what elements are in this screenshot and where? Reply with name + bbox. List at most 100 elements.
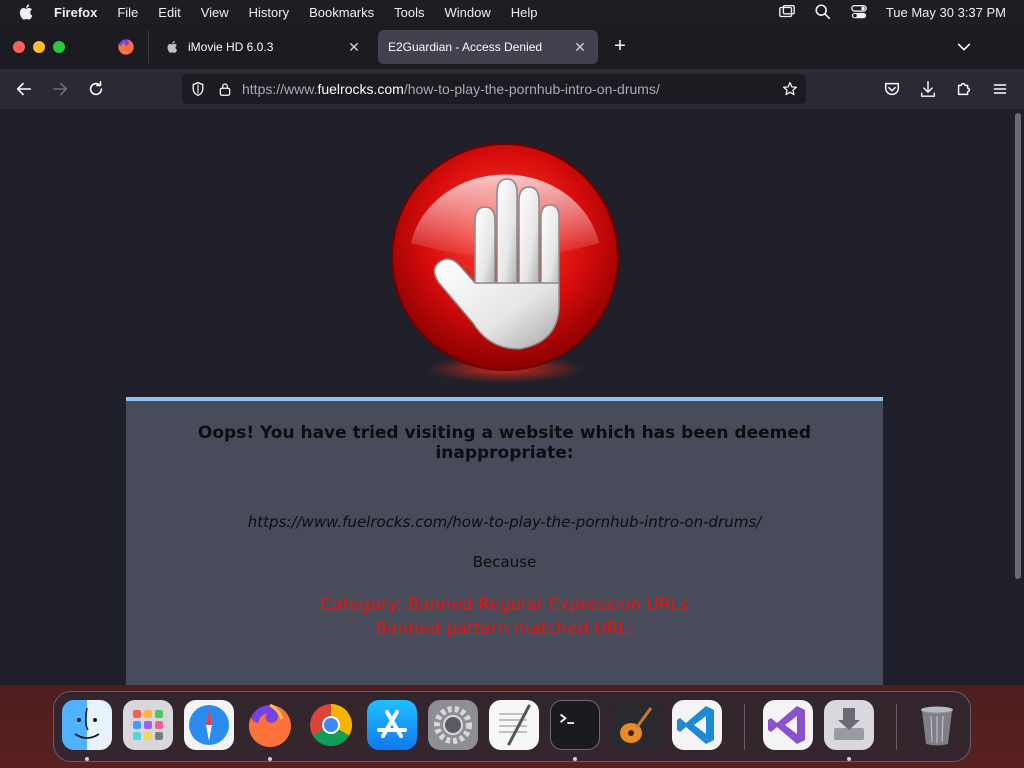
vscode-icon [677, 706, 714, 744]
blocked-url: https://www.fuelrocks.com/how-to-play-th… [247, 513, 762, 531]
lock-icon[interactable] [218, 81, 232, 97]
menu-history[interactable]: History [249, 5, 289, 20]
running-indicator [573, 757, 577, 761]
new-tab-button[interactable]: + [610, 36, 630, 57]
hamburger-menu-icon [993, 84, 1007, 94]
close-tab-icon[interactable]: ✕ [346, 39, 362, 55]
dock-safari[interactable] [184, 700, 234, 750]
scrollbar-thumb[interactable] [1015, 113, 1021, 579]
dock-terminal[interactable] [550, 700, 600, 750]
app-store-icon [377, 710, 407, 738]
menu-bar: Firefox File Edit View History Bookmarks… [0, 0, 1024, 24]
dock-finder[interactable] [62, 700, 112, 750]
trash-icon [921, 706, 953, 746]
block-category: Category: Banned Regular Expression URLs [320, 595, 689, 615]
url-text[interactable]: https://www.fuelrocks.com/how-to-play-th… [242, 81, 660, 97]
reload-icon [89, 80, 103, 96]
tab-imovie[interactable]: iMovie HD 6.0.3 ✕ [156, 30, 372, 64]
visual-studio-icon [768, 706, 805, 744]
dock-trash[interactable] [912, 700, 962, 750]
bookmark-star-icon[interactable] [782, 81, 798, 97]
url-prefix: https://www. [242, 81, 318, 97]
url-domain: fuelrocks.com [317, 81, 404, 97]
page-content: Oops! You have tried visiting a website … [0, 109, 1012, 685]
zoom-window-button[interactable] [53, 40, 65, 53]
forward-button[interactable] [50, 79, 70, 99]
chevron-down-icon[interactable] [954, 38, 974, 56]
pocket-icon [884, 82, 900, 96]
because-label: Because [472, 553, 537, 571]
extensions-button[interactable] [954, 79, 974, 99]
running-indicator [268, 757, 272, 761]
menu-file[interactable]: File [117, 5, 138, 20]
tab-label: E2Guardian - Access Denied [388, 40, 543, 54]
running-indicator [847, 757, 851, 761]
dock [53, 691, 971, 762]
dock-garageband[interactable] [611, 700, 661, 750]
guitar-icon [620, 707, 653, 743]
menu-help[interactable]: Help [511, 5, 538, 20]
menu-window[interactable]: Window [445, 5, 491, 20]
safari-icon [189, 705, 229, 745]
dock-system-preferences[interactable] [428, 700, 478, 750]
dock-textedit[interactable] [489, 700, 539, 750]
tab-separator [148, 30, 149, 63]
screen-mirroring-icon[interactable] [778, 3, 796, 21]
menu-edit[interactable]: Edit [158, 5, 180, 20]
dock-firefox[interactable] [245, 700, 295, 750]
apple-menu-icon[interactable] [18, 3, 36, 21]
menu-bookmarks[interactable]: Bookmarks [309, 5, 374, 20]
puzzle-piece-icon [957, 82, 971, 96]
download-icon [920, 81, 936, 97]
dock-launchpad[interactable] [123, 700, 173, 750]
finder-icon [74, 707, 100, 739]
running-indicator [85, 757, 89, 761]
menu-app-firefox[interactable]: Firefox [54, 5, 97, 20]
firefox-icon [118, 39, 134, 55]
reload-button[interactable] [86, 79, 106, 99]
window-controls [13, 40, 113, 53]
apple-icon [167, 41, 178, 53]
gear-icon [434, 706, 472, 744]
chrome-icon [310, 704, 353, 747]
app-menu-button[interactable] [990, 79, 1010, 99]
page-scrollbar[interactable] [1012, 109, 1024, 685]
terminal-icon [560, 713, 575, 725]
stop-hand-logo [389, 143, 621, 383]
pocket-button[interactable] [882, 79, 902, 99]
downloads-button[interactable] [918, 79, 938, 99]
close-tab-icon[interactable]: ✕ [572, 39, 588, 55]
page-headline: Oops! You have tried visiting a website … [197, 423, 812, 463]
access-denied-panel: Oops! You have tried visiting a website … [126, 397, 883, 685]
close-window-button[interactable] [13, 40, 25, 53]
textedit-icon [499, 704, 531, 746]
tab-label: iMovie HD 6.0.3 [188, 40, 274, 54]
url-path: /how-to-play-the-pornhub-intro-on-drums/ [403, 81, 660, 97]
arrow-right-icon [52, 82, 68, 96]
address-bar[interactable]: https://www.fuelrocks.com/how-to-play-th… [182, 74, 806, 104]
menu-tools[interactable]: Tools [394, 5, 424, 20]
dock-vscode[interactable] [672, 700, 722, 750]
dock-disk-utility[interactable] [824, 700, 874, 750]
tab-e2guardian[interactable]: E2Guardian - Access Denied ✕ [378, 30, 598, 64]
spotlight-search-icon[interactable] [814, 3, 832, 21]
minimize-window-button[interactable] [33, 40, 45, 53]
dock-app-store[interactable] [367, 700, 417, 750]
arrow-left-icon [16, 82, 32, 96]
menubar-clock[interactable]: Tue May 30 3:37 PM [886, 5, 1006, 20]
dock-separator [896, 704, 897, 750]
hard-drive-icon [834, 708, 864, 740]
dock-visual-studio[interactable] [763, 700, 813, 750]
block-reason: Category: Banned Regular Expression URLs… [126, 593, 883, 641]
firefox-icon [248, 703, 291, 747]
back-button[interactable] [14, 79, 34, 99]
dock-chrome[interactable] [306, 700, 356, 750]
dock-separator [744, 704, 745, 750]
pinned-tab-firefox[interactable] [112, 36, 140, 58]
control-center-icon[interactable] [850, 3, 868, 21]
menu-view[interactable]: View [201, 5, 229, 20]
stop-hand-icon [391, 143, 619, 383]
tab-strip: iMovie HD 6.0.3 ✕ E2Guardian - Access De… [0, 24, 1024, 69]
launchpad-icon [133, 710, 163, 740]
tracking-protection-shield-icon[interactable] [190, 81, 206, 97]
